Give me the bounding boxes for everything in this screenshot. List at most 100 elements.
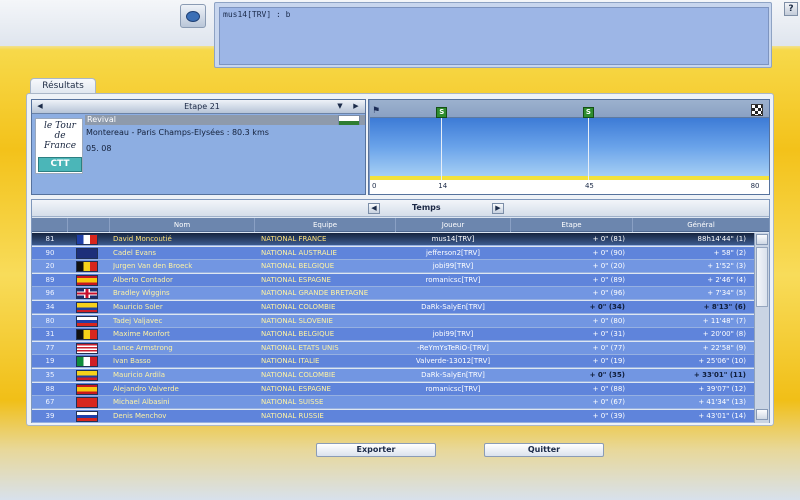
- player-cell: [398, 287, 508, 300]
- table-row[interactable]: 19 Ivan Basso NATIONAL ITALIE Valverde-1301…: [32, 355, 754, 369]
- stage-dropdown-icon[interactable]: ▼: [334, 102, 346, 111]
- km-label: 14: [438, 182, 448, 190]
- stage-selector: ◀ Etape 21 ▼ ▶: [32, 100, 365, 114]
- start-icon: ⚑: [372, 106, 381, 116]
- chat-toggle-button[interactable]: [180, 4, 206, 28]
- stage-panel: ◀ Etape 21 ▼ ▶ le Tour de France CTT Rev…: [31, 99, 366, 195]
- table-row[interactable]: 31 Maxime Monfort NATIONAL BELGIQUE jobi99[…: [32, 328, 754, 342]
- chat-panel: mus14[TRV] : b: [214, 2, 772, 68]
- team-cell: NATIONAL COLOMBIE: [261, 371, 336, 379]
- stage-time-cell: + 0" (31): [592, 330, 625, 339]
- team-cell: NATIONAL ESPAGNE: [261, 275, 331, 284]
- country-flag-icon: [76, 302, 98, 313]
- team-cell: NATIONAL SUISSE: [261, 398, 324, 407]
- stage-time-cell: + 0" (90): [592, 248, 625, 257]
- player-cell: [398, 315, 508, 328]
- profile-axis: [370, 180, 769, 194]
- general-time-cell: + 58" (2): [713, 248, 746, 257]
- position-cell: 80: [45, 316, 55, 325]
- table-row[interactable]: 96 Bradley Wiggins NATIONAL GRANDE BRETAGN…: [32, 287, 754, 301]
- team-cell: NATIONAL BELGIQUE: [261, 330, 335, 339]
- sprint-line: [441, 118, 443, 180]
- column-header-name[interactable]: Nom: [110, 218, 255, 232]
- rider-name-cell: Mauricio Soler: [113, 303, 163, 311]
- km-label: 45: [584, 182, 594, 190]
- column-header-flag[interactable]: [68, 218, 110, 232]
- stage-time-cell: + 0" (20): [592, 262, 625, 271]
- table-row[interactable]: 34 Mauricio Soler NATIONAL COLOMBIE DaRk-Sa…: [32, 301, 754, 314]
- column-header-position[interactable]: [32, 218, 68, 232]
- quit-button[interactable]: Quitter: [484, 443, 604, 457]
- mode-label: Temps: [412, 203, 441, 212]
- tab-results[interactable]: Résultats: [30, 78, 96, 94]
- next-stage-icon[interactable]: ▶: [350, 102, 362, 111]
- scroll-down-button[interactable]: [756, 409, 768, 420]
- general-time-cell: + 22'58" (9): [702, 343, 746, 352]
- table-row[interactable]: 20 Jurgen Van den Broeck NATIONAL BELGIQUE…: [32, 260, 754, 274]
- general-time-cell: + 20'00" (8): [702, 330, 746, 339]
- table-row[interactable]: 39 Denis Menchov NATIONAL RUSSIE + 0" (39) +…: [32, 409, 754, 423]
- prev-mode-button[interactable]: ◀: [368, 203, 380, 214]
- country-flag-icon: [76, 397, 98, 409]
- stage-flag-icon: [338, 115, 360, 125]
- stage-time-cell: + 0" (77): [592, 343, 625, 352]
- country-flag-icon: [76, 315, 98, 327]
- table-row[interactable]: 67 Michael Albasini NATIONAL SUISSE + 0" (6…: [32, 396, 754, 410]
- column-header-general[interactable]: Général: [633, 218, 769, 232]
- country-flag-icon: [76, 274, 98, 286]
- stage-time-cell: + 0" (39): [592, 411, 625, 420]
- export-button[interactable]: Exporter: [316, 443, 436, 457]
- rider-name-cell: Tadej Valjavec: [113, 316, 163, 325]
- team-cell: NATIONAL AUSTRALIE: [261, 248, 337, 257]
- table-row[interactable]: 89 Alberto Contador NATIONAL ESPAGNE romani…: [32, 273, 754, 287]
- general-time-cell: + 41'34" (13): [698, 398, 746, 407]
- team-cell: NATIONAL ESPAGNE: [261, 384, 331, 393]
- table-row[interactable]: 80 Tadej Valjavec NATIONAL SLOVENIE + 0" (8…: [32, 314, 754, 328]
- team-cell: NATIONAL RUSSIE: [261, 411, 324, 420]
- next-mode-button[interactable]: ▶: [492, 203, 504, 214]
- column-header-player[interactable]: Joueur: [396, 218, 511, 232]
- player-cell: DaRk-SalyEn[TRV]: [421, 371, 485, 379]
- general-time-cell: + 2'46" (4): [707, 275, 746, 284]
- country-flag-icon: [76, 370, 98, 381]
- table-row[interactable]: 81 David Moncoutié NATIONAL FRANCE mus14[TR…: [32, 233, 754, 246]
- results-table: ◀ Temps ▶ Nom Equipe Joueur Etape Généra…: [31, 199, 770, 423]
- chat-log[interactable]: mus14[TRV] : b: [219, 7, 769, 65]
- mode-bar: ◀ Temps ▶: [32, 200, 769, 217]
- table-scrollbar[interactable]: [754, 233, 769, 423]
- prev-stage-icon[interactable]: ◀: [34, 102, 46, 111]
- finish-flag-icon: [751, 104, 763, 116]
- player-cell: [398, 410, 508, 423]
- table-row[interactable]: 90 Cadel Evans NATIONAL AUSTRALIE jefferson…: [32, 246, 754, 260]
- table-row[interactable]: 35 Mauricio Ardila NATIONAL COLOMBIE DaRk-S…: [32, 369, 754, 382]
- player-cell: [398, 396, 508, 409]
- scroll-thumb[interactable]: [756, 247, 768, 307]
- stage-time-cell: + 0" (88): [592, 384, 625, 393]
- player-cell: jefferson2[TRV]: [425, 248, 481, 257]
- help-button[interactable]: ?: [784, 2, 798, 16]
- general-time-cell: 88h14'44" (1): [697, 235, 746, 243]
- position-cell: 35: [45, 371, 55, 379]
- general-time-cell: + 39'07" (12): [698, 384, 746, 393]
- table-body: 81 David Moncoutié NATIONAL FRANCE mus14[TR…: [32, 233, 754, 423]
- stage-date: 05. 08: [86, 144, 112, 153]
- player-cell: jobi99[TRV]: [432, 262, 474, 271]
- player-cell: romanicsc[TRV]: [425, 275, 481, 284]
- table-row[interactable]: 88 Alejandro Valverde NATIONAL ESPAGNE roma…: [32, 382, 754, 396]
- country-flag-icon: [76, 342, 98, 354]
- player-cell: mus14[TRV]: [431, 235, 475, 243]
- table-row[interactable]: 77 Lance Armstrong NATIONAL ETATS UNIS -ReY…: [32, 341, 754, 355]
- rider-name-cell: Bradley Wiggins: [113, 289, 170, 298]
- column-header-team[interactable]: Equipe: [255, 218, 396, 232]
- general-time-cell: + 1'52" (3): [707, 262, 746, 271]
- country-flag-icon: [76, 383, 98, 395]
- team-cell: NATIONAL FRANCE: [261, 235, 327, 243]
- sprint-marker-icon: S: [436, 107, 448, 118]
- column-header-stage[interactable]: Etape: [511, 218, 633, 232]
- player-cell: -ReYmYsTeRiO-[TRV]: [417, 343, 489, 352]
- scroll-up-button[interactable]: [756, 234, 768, 245]
- rider-name-cell: Michael Albasini: [113, 398, 170, 407]
- position-cell: 90: [45, 248, 55, 257]
- team-cell: NATIONAL SLOVENIE: [261, 316, 333, 325]
- rider-name-cell: David Moncoutié: [113, 235, 172, 243]
